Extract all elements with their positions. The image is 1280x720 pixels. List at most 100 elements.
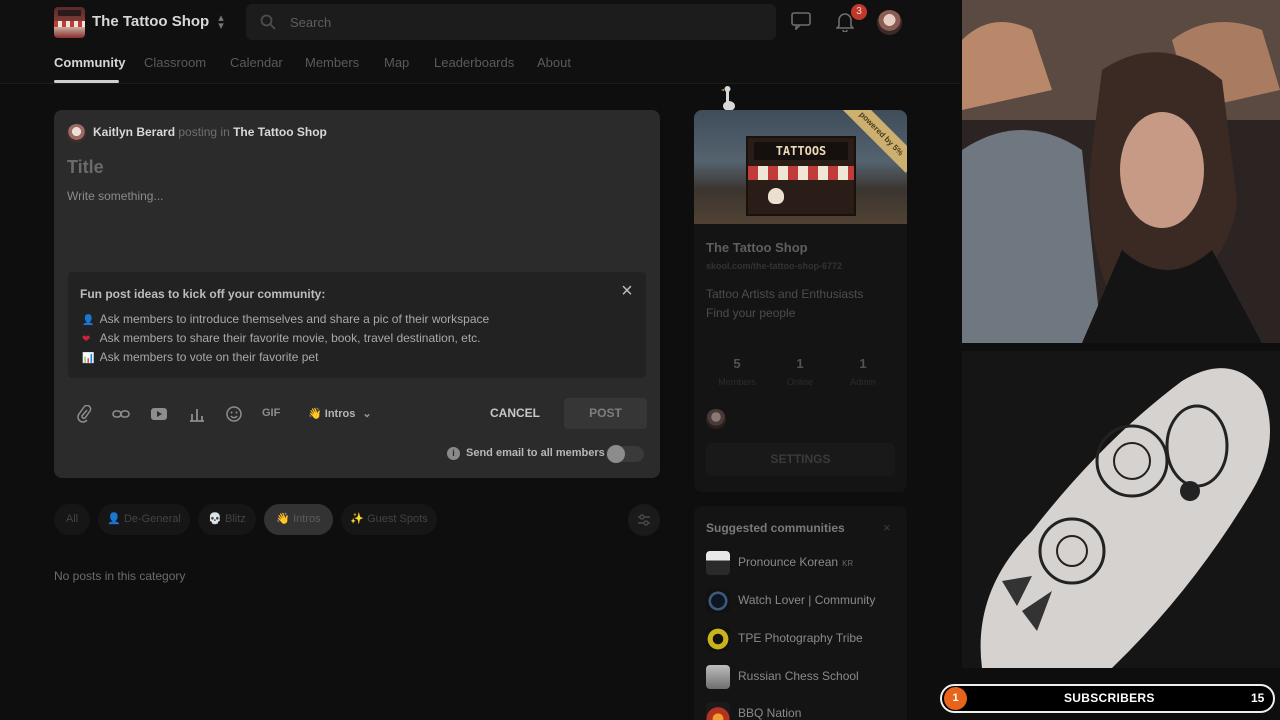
tab-about[interactable]: About (537, 55, 571, 70)
filter-chip-all[interactable]: All (54, 504, 90, 535)
category-select[interactable]: 👋 Intros ⌄ (308, 407, 372, 420)
filter-chip-de-general[interactable]: 👤 De-General (98, 504, 190, 535)
gif-button[interactable]: GIF (262, 407, 280, 419)
bar-chart-icon: 📊 (82, 353, 95, 364)
suggested-community[interactable]: Pronounce Korean KR (706, 550, 906, 576)
webcam-feed (962, 0, 1280, 343)
suggested-community[interactable]: Russian Chess School (706, 664, 906, 690)
chip-label: Blitz (224, 513, 246, 525)
close-icon[interactable]: × (883, 520, 891, 535)
poll-icon[interactable] (186, 405, 208, 423)
description-line: Tattoo Artists and Enthusiasts (706, 287, 864, 301)
tab-classroom[interactable]: Classroom (144, 55, 206, 70)
send-email-toggle[interactable] (606, 445, 644, 463)
group-info-card: TATTOOS powered by 5% The Tattoo Shop sk… (694, 110, 907, 492)
community-thumb (706, 627, 730, 651)
group-switcher-icon[interactable]: ▴ ▾ (215, 13, 227, 32)
post-ideas-panel: Fun post ideas to kick off your communit… (68, 272, 646, 378)
filter-chip-guest-spots[interactable]: ✨ Guest Spots (341, 504, 437, 535)
group-logo[interactable] (54, 7, 85, 38)
stat-value: 1 (859, 356, 867, 371)
link-icon[interactable] (110, 405, 132, 423)
stat-label: Online (786, 377, 813, 387)
skull-icon (768, 188, 784, 204)
filter-settings-button[interactable] (628, 504, 660, 536)
stat-value: 5 (733, 356, 741, 371)
wave-icon: 👋 (308, 408, 322, 420)
group-banner: TATTOOS powered by 5% (694, 110, 907, 224)
shop-sign: TATTOOS (754, 142, 848, 160)
send-email-label: Send email to all members (466, 447, 605, 459)
idea-item: ❤ Ask members to share their favorite mo… (82, 331, 481, 345)
ideas-title: Fun post ideas to kick off your communit… (80, 287, 326, 301)
suggested-community[interactable]: TPE Photography Tribe (706, 626, 906, 652)
stat-online[interactable]: 1 Online (769, 356, 831, 387)
community-name: Russian Chess School (738, 669, 859, 683)
post-button[interactable]: POST (564, 398, 647, 429)
tab-community[interactable]: Community (54, 55, 126, 70)
group-description: Tattoo Artists and Enthusiasts Find your… (706, 285, 863, 323)
group-name[interactable]: The Tattoo Shop (92, 13, 209, 30)
goal-marker: 1 (944, 687, 967, 710)
stat-label: Members (718, 377, 756, 387)
post-composer: Kaitlyn Berard posting in The Tattoo Sho… (54, 110, 660, 478)
sliders-icon (638, 514, 650, 526)
chip-label: De-General (123, 513, 181, 525)
subscribers-count: 15 (1251, 691, 1265, 705)
community-thumb (706, 589, 730, 613)
author-name: Kaitlyn Berard (93, 125, 176, 139)
chip-label: All (65, 513, 79, 525)
cancel-button[interactable]: CANCEL (479, 397, 551, 429)
emoji-icon[interactable] (223, 405, 245, 423)
suggested-community[interactable]: Watch Lover | Community (706, 588, 906, 614)
body-field[interactable] (67, 189, 627, 259)
suggested-community[interactable]: BBQ Nation (706, 701, 906, 720)
idea-text: Ask members to share their favorite movi… (99, 331, 481, 345)
idea-text: Ask members to vote on their favorite pe… (99, 350, 319, 364)
author-avatar (67, 124, 86, 143)
attachment-icon[interactable] (74, 405, 96, 423)
search-icon (260, 14, 276, 30)
search-input[interactable] (290, 4, 760, 40)
settings-button[interactable]: SETTINGS (706, 443, 895, 476)
group-url: skool.com/the-tattoo-shop-6772 (706, 261, 843, 271)
tab-map[interactable]: Map (384, 55, 409, 70)
close-icon[interactable]: × (617, 281, 637, 302)
community-name: BBQ Nation (738, 706, 802, 720)
main-nav: Community Classroom Calendar Members Map… (0, 44, 960, 84)
stat-members[interactable]: 5 Members (706, 356, 768, 387)
community-name: Watch Lover | Community (738, 593, 876, 607)
suggested-title: Suggested communities (706, 521, 845, 535)
category-value: Intros (324, 408, 356, 420)
tab-leaderboards[interactable]: Leaderboards (434, 55, 514, 70)
user-avatar[interactable] (877, 10, 902, 35)
stat-label: Admin (850, 377, 876, 387)
skull-icon: 💀 (208, 513, 222, 525)
description-line: Find your people (706, 306, 796, 320)
chevron-down-icon: ⌄ (362, 408, 372, 420)
youtube-icon[interactable] (148, 405, 170, 423)
goose-icon (721, 86, 735, 111)
chip-label: Guest Spots (367, 513, 428, 525)
sparkle-icon: ✨ (350, 513, 365, 525)
author-line: Kaitlyn Berard posting in The Tattoo Sho… (93, 125, 327, 139)
idea-item: 👤 Ask members to introduce themselves an… (82, 312, 489, 326)
filter-chip-blitz[interactable]: 💀 Blitz (198, 504, 256, 535)
person-icon: 👤 (107, 513, 121, 525)
chat-icon[interactable] (791, 12, 811, 30)
community-thumb (706, 702, 730, 720)
posting-in-text: posting in (178, 125, 230, 139)
webcam-person-image (962, 0, 1280, 343)
community-thumb (706, 551, 730, 575)
info-icon: i (447, 447, 460, 460)
tab-members[interactable]: Members (305, 55, 359, 70)
stat-admin[interactable]: 1 Admin (832, 356, 894, 387)
member-avatar[interactable] (706, 409, 726, 429)
search-bar[interactable] (246, 4, 776, 40)
tab-calendar[interactable]: Calendar (230, 55, 283, 70)
filter-chip-intros[interactable]: 👋 Intros (264, 504, 333, 535)
tattoo-shop-illustration: TATTOOS (746, 136, 856, 216)
title-field[interactable] (67, 154, 627, 180)
community-name: TPE Photography Tribe (738, 631, 863, 645)
suggested-communities: Suggested communities × Pronounce Korean… (694, 506, 907, 720)
